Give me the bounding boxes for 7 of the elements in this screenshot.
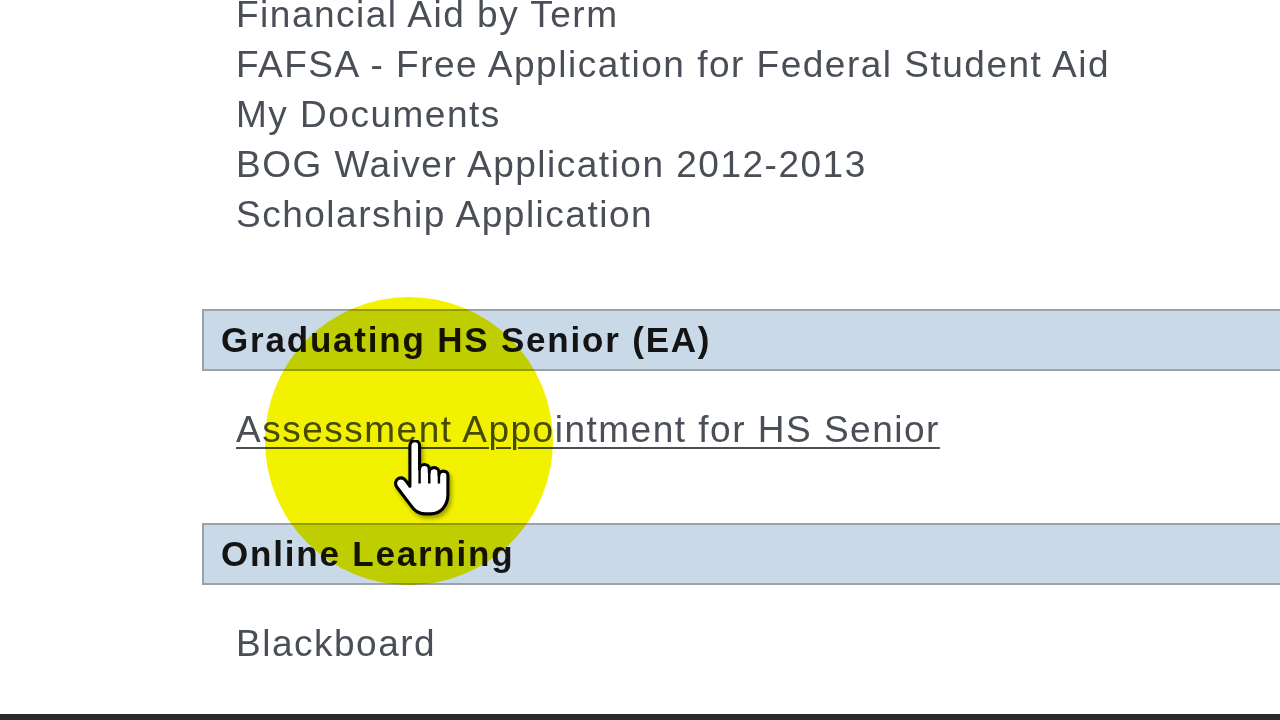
nav-link[interactable]: Blackboard — [236, 619, 437, 669]
nav-link[interactable]: My Documents — [236, 90, 501, 140]
nav-link[interactable]: FAFSA - Free Application for Federal Student Aid — [236, 40, 1111, 90]
hand-cursor-icon — [392, 440, 452, 516]
nav-link[interactable]: Scholarship Application — [236, 190, 654, 240]
nav-link[interactable]: BOG Waiver Application 2012-2013 — [236, 140, 867, 190]
nav-link[interactable]: Financial Aid by Term — [236, 0, 619, 40]
